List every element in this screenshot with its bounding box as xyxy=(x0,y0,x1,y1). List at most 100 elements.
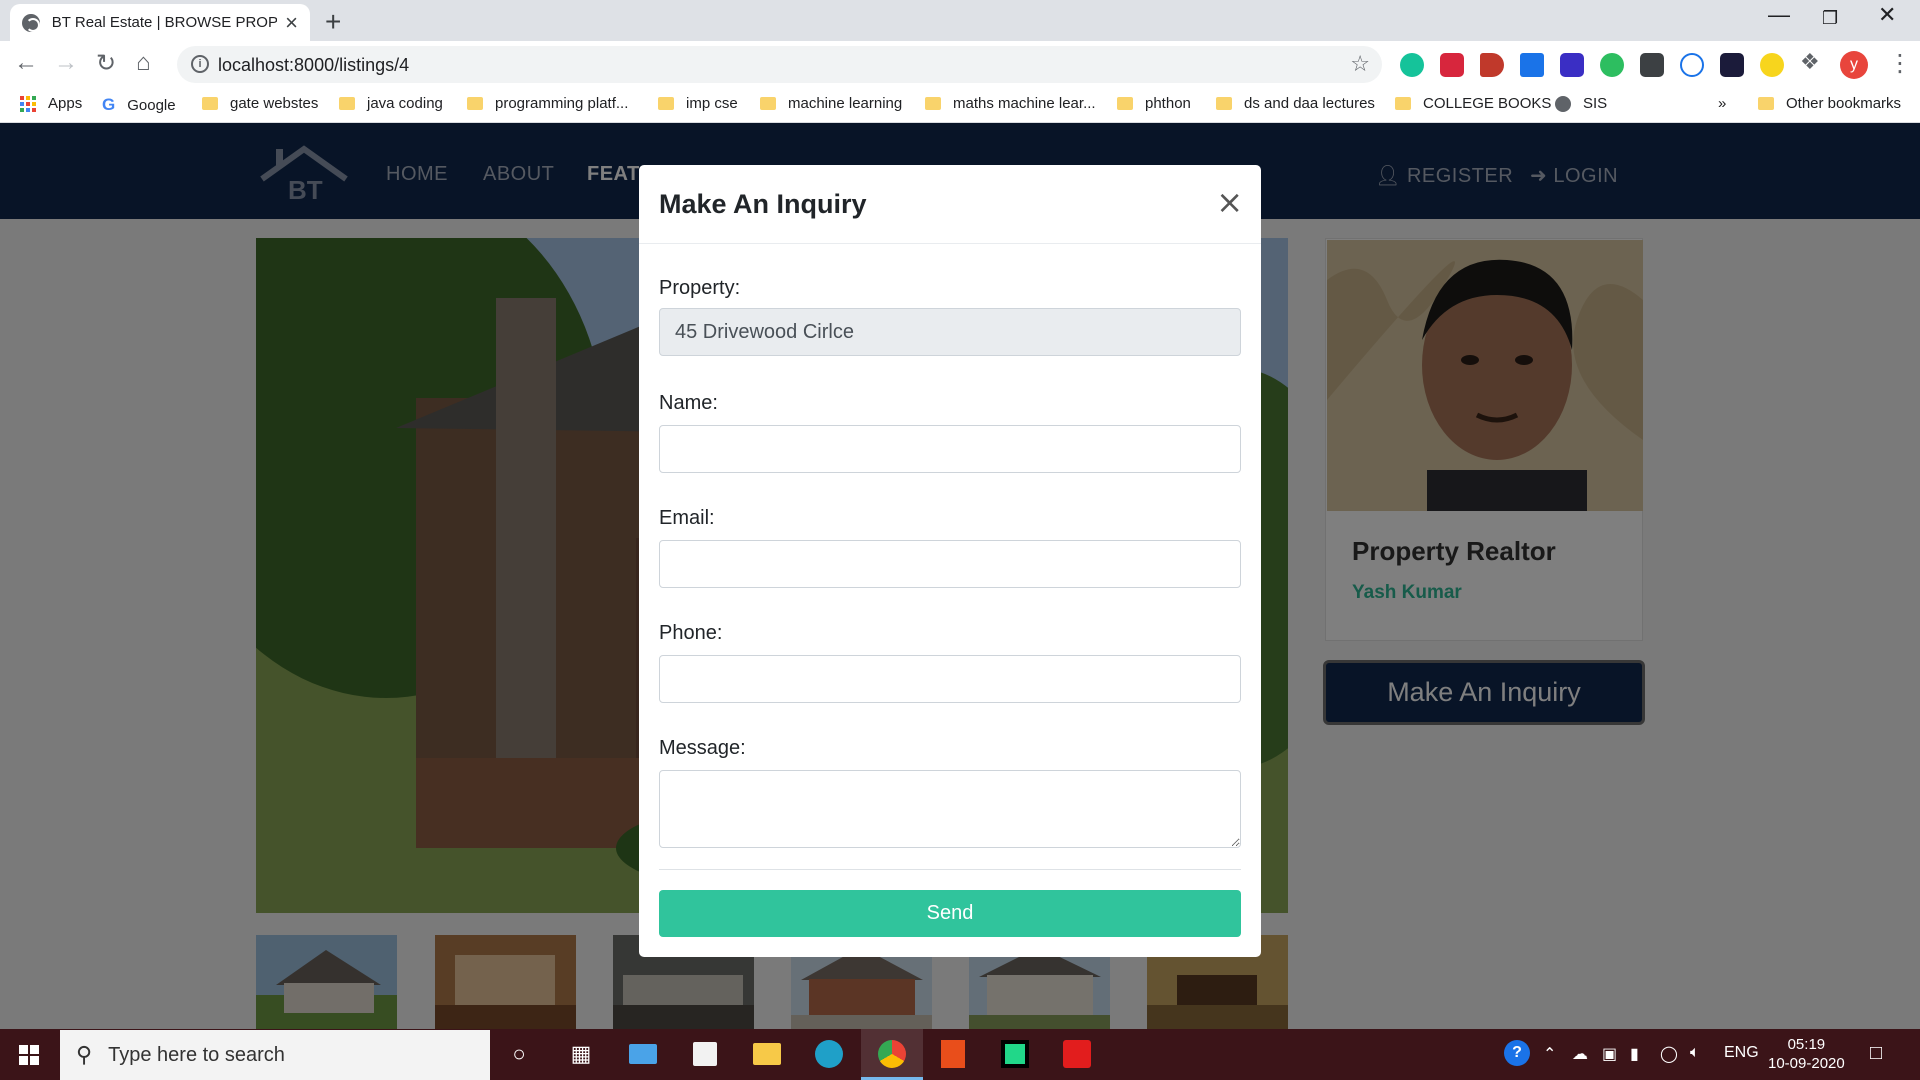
tray-chevron-icon[interactable]: ⌃ xyxy=(1543,1044,1556,1064)
restore-icon[interactable]: ❐ xyxy=(1822,8,1838,29)
bookmark-star-icon[interactable]: ☆ xyxy=(1350,51,1370,77)
modal-header: Make An Inquiry × xyxy=(639,165,1261,244)
property-label: Property: xyxy=(659,277,741,299)
modal-divider xyxy=(659,869,1241,870)
volume-icon[interactable]: 🔈︎ xyxy=(1690,1044,1700,1062)
clock-date: 10-09-2020 xyxy=(1768,1055,1845,1072)
property-field[interactable] xyxy=(659,308,1241,356)
message-label: Message: xyxy=(659,737,746,759)
bookmarks-bar: Apps G Google gate webstes java coding pr… xyxy=(0,88,1920,123)
folder-icon xyxy=(925,97,941,110)
phone-field[interactable] xyxy=(659,655,1241,703)
folder-icon xyxy=(658,97,674,110)
file-explorer-icon[interactable] xyxy=(751,1038,783,1070)
play-extension-icon[interactable] xyxy=(1760,53,1784,77)
folder-icon xyxy=(339,97,355,110)
email-label: Email: xyxy=(659,507,715,529)
clock-time: 05:19 xyxy=(1787,1036,1826,1053)
search-placeholder: Type here to search xyxy=(108,1043,285,1066)
apps-grid-icon xyxy=(20,95,36,112)
new-tab-icon[interactable]: + xyxy=(325,6,341,38)
more-bookmarks-chevron[interactable]: » xyxy=(1718,95,1726,112)
bookmark-folder[interactable]: imp cse xyxy=(658,95,738,112)
mail-icon[interactable] xyxy=(627,1038,659,1070)
language-indicator[interactable]: ENG xyxy=(1724,1044,1759,1062)
folder-icon xyxy=(760,97,776,110)
dark-extension-icon[interactable] xyxy=(1720,53,1744,77)
windows-start-button[interactable] xyxy=(0,1029,58,1080)
profile-avatar[interactable]: y xyxy=(1840,51,1868,79)
office-icon[interactable] xyxy=(937,1038,969,1070)
url-text[interactable]: localhost:8000/listings/4 xyxy=(218,55,409,76)
extensions-puzzle-icon[interactable]: ❖ xyxy=(1800,49,1824,74)
phone-label: Phone: xyxy=(659,622,723,644)
folder-icon xyxy=(1216,97,1232,110)
bookmark-folder[interactable]: gate webstes xyxy=(202,95,318,112)
back-arrow-icon[interactable]: ← xyxy=(14,49,38,77)
bookmark-folder[interactable]: machine learning xyxy=(760,95,902,112)
bookmark-apps[interactable]: Apps xyxy=(20,95,82,112)
selenium-extension-icon[interactable] xyxy=(1640,53,1664,77)
window-close-icon[interactable]: ✕ xyxy=(1878,2,1896,28)
bookmark-folder[interactable]: maths machine lear... xyxy=(925,95,1096,112)
wifi-icon[interactable]: ◯ xyxy=(1660,1044,1678,1064)
help-icon[interactable]: ? xyxy=(1504,1040,1530,1066)
folder-icon xyxy=(467,97,483,110)
browser-toolbar: ← → ↻ ⌂ i localhost:8000/listings/4 ☆ ❖ … xyxy=(0,41,1920,88)
task-view-icon[interactable]: ▦ xyxy=(565,1038,597,1070)
clock-extension-icon[interactable] xyxy=(1680,53,1704,77)
system-clock[interactable]: 05:19 10-09-2020 xyxy=(1768,1035,1845,1073)
email-field[interactable] xyxy=(659,540,1241,588)
site-info-icon[interactable]: i xyxy=(191,55,209,73)
menu-kebab-icon[interactable]: ⋮ xyxy=(1888,49,1912,78)
evernote-extension-icon[interactable] xyxy=(1600,53,1624,77)
modal-title: Make An Inquiry xyxy=(659,189,867,219)
network-tray-icon[interactable]: ▣ xyxy=(1602,1044,1617,1064)
name-label: Name: xyxy=(659,392,718,414)
other-bookmarks[interactable]: Other bookmarks xyxy=(1758,95,1901,112)
edge-icon[interactable] xyxy=(813,1038,845,1070)
inquiry-modal: Make An Inquiry × Property: Name: Email:… xyxy=(639,165,1261,957)
folder-icon xyxy=(202,97,218,110)
chrome-icon[interactable] xyxy=(876,1038,908,1070)
puzzle-extension-icon[interactable] xyxy=(1520,53,1544,77)
cortana-icon[interactable]: ○ xyxy=(503,1038,535,1070)
battery-icon[interactable]: ▮ xyxy=(1630,1044,1639,1064)
folder-icon xyxy=(1758,97,1774,110)
address-bar[interactable]: i localhost:8000/listings/4 ☆ xyxy=(177,46,1382,83)
tab-strip: BT Real Estate | BROWSE PROPERTY × + — ❐… xyxy=(0,0,1920,41)
grammarly-extension-icon[interactable] xyxy=(1400,53,1424,77)
taskbar-search[interactable]: ⚲ Type here to search xyxy=(60,1030,490,1080)
bookmark-sis[interactable]: SIS xyxy=(1555,95,1607,112)
home-icon[interactable]: ⌂ xyxy=(136,49,151,77)
bookmark-google[interactable]: G Google xyxy=(102,95,176,115)
send-button[interactable]: Send xyxy=(659,890,1241,937)
tab-close-icon[interactable]: × xyxy=(285,11,298,34)
bookmark-folder[interactable]: phthon xyxy=(1117,95,1191,112)
minimize-icon[interactable]: — xyxy=(1768,2,1790,28)
megaphone-extension-icon[interactable] xyxy=(1480,53,1504,77)
active-tab[interactable]: BT Real Estate | BROWSE PROPERTY × xyxy=(10,4,310,41)
onedrive-icon[interactable]: ☁ xyxy=(1572,1044,1588,1064)
reload-icon[interactable]: ↻ xyxy=(96,49,116,78)
tab-title: BT Real Estate | BROWSE PROPERTY xyxy=(51,14,278,31)
mendeley-extension-icon[interactable] xyxy=(1440,53,1464,77)
bookmark-folder[interactable]: ds and daa lectures xyxy=(1216,95,1375,112)
bookmark-folder[interactable]: java coding xyxy=(339,95,443,112)
message-textarea[interactable] xyxy=(659,770,1241,848)
search-icon: ⚲ xyxy=(76,1042,93,1067)
windows-taskbar: ⚲ Type here to search ○ ▦ ? ⌃ ☁ ▣ ▮ ◯ 🔈︎… xyxy=(0,1029,1920,1080)
globe-icon xyxy=(1555,95,1571,112)
forward-arrow-icon[interactable]: → xyxy=(54,49,78,77)
windows-logo-icon xyxy=(19,1044,39,1065)
notifications-icon[interactable]: □ xyxy=(1870,1042,1882,1065)
close-icon[interactable]: × xyxy=(1216,183,1243,221)
pycharm-icon[interactable] xyxy=(999,1038,1031,1070)
graduation-extension-icon[interactable] xyxy=(1560,53,1584,77)
acrobat-icon[interactable] xyxy=(1061,1038,1093,1070)
bookmark-folder[interactable]: programming platf... xyxy=(467,95,628,112)
bookmark-folder[interactable]: COLLEGE BOOKS xyxy=(1395,95,1551,112)
name-field[interactable] xyxy=(659,425,1241,473)
store-icon[interactable] xyxy=(689,1038,721,1070)
globe-icon xyxy=(22,13,40,32)
